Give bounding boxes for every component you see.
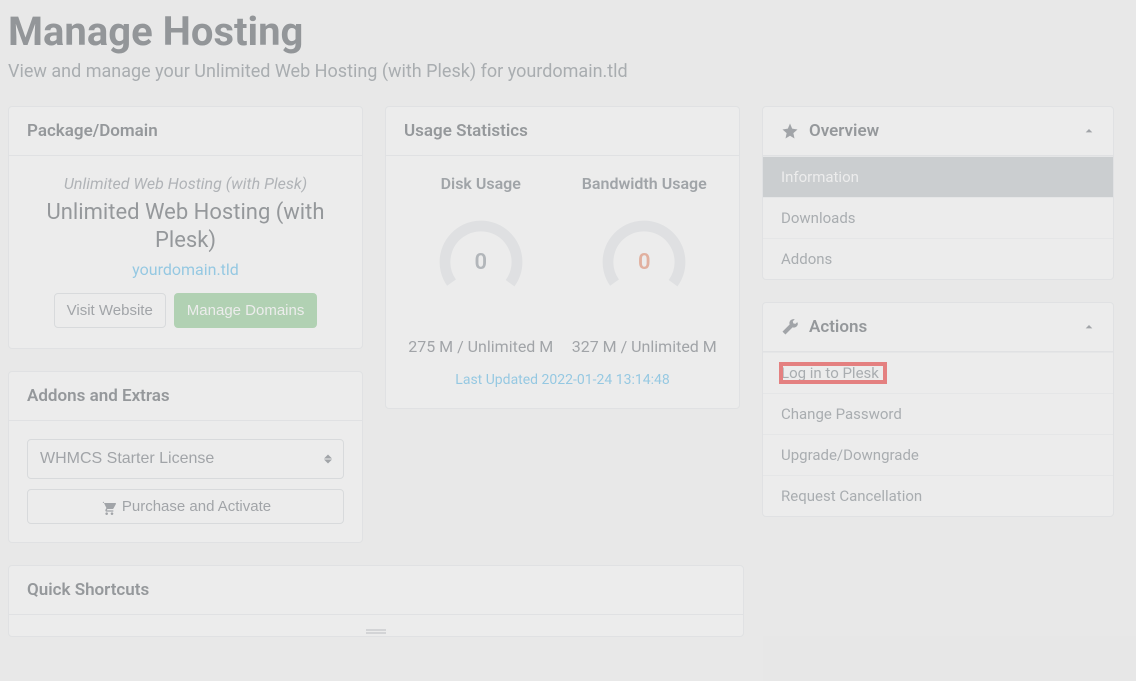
disk-usage-text: 275 M / Unlimited M — [404, 335, 558, 358]
addons-card-title: Addons and Extras — [9, 372, 362, 421]
package-card: Package/Domain Unlimited Web Hosting (wi… — [8, 106, 363, 349]
actions-item-login-plesk[interactable]: Log in to Plesk — [763, 352, 1113, 393]
wrench-icon — [781, 318, 799, 336]
addons-card: Addons and Extras WHMCS Starter License … — [8, 371, 363, 543]
addons-select[interactable]: WHMCS Starter License — [27, 439, 344, 479]
overview-title: Overview — [809, 121, 879, 141]
cart-icon — [100, 499, 116, 515]
package-product-small: Unlimited Web Hosting (with Plesk) — [27, 174, 344, 193]
overview-toggle[interactable]: Overview — [763, 107, 1113, 156]
overview-panel: Overview Information Downloads Addons — [762, 106, 1114, 280]
page-title: Manage Hosting — [0, 0, 1136, 61]
purchase-label: Purchase and Activate — [122, 498, 271, 515]
visit-website-button[interactable]: Visit Website — [54, 293, 166, 328]
actions-toggle[interactable]: Actions — [763, 303, 1113, 352]
actions-item-change-password[interactable]: Change Password — [763, 393, 1113, 434]
bandwidth-usage-text: 327 M / Unlimited M — [568, 335, 722, 358]
usage-card: Usage Statistics Disk Usage 0 275 M / Un… — [385, 106, 740, 409]
bandwidth-usage-gauge: 0 — [599, 217, 689, 307]
chevron-up-icon — [1081, 123, 1097, 139]
drag-handle-icon[interactable] — [366, 629, 386, 634]
disk-usage-gauge: 0 — [436, 217, 526, 307]
actions-item-request-cancellation[interactable]: Request Cancellation — [763, 475, 1113, 516]
actions-panel: Actions Log in to Plesk Change Password … — [762, 302, 1114, 517]
disk-usage-title: Disk Usage — [404, 174, 558, 193]
overview-item-addons[interactable]: Addons — [763, 238, 1113, 279]
package-product-name: Unlimited Web Hosting (with Plesk) — [27, 199, 344, 254]
package-card-title: Package/Domain — [9, 107, 362, 156]
disk-usage-value: 0 — [436, 217, 526, 307]
manage-domains-button[interactable]: Manage Domains — [174, 293, 318, 328]
actions-item-upgrade-downgrade[interactable]: Upgrade/Downgrade — [763, 434, 1113, 475]
overview-item-downloads[interactable]: Downloads — [763, 197, 1113, 238]
purchase-activate-button[interactable]: Purchase and Activate — [27, 489, 344, 524]
page-subtitle: View and manage your Unlimited Web Hosti… — [0, 61, 1136, 106]
usage-last-updated: Last Updated 2022-01-24 13:14:48 — [404, 372, 721, 388]
login-plesk-highlight: Log in to Plesk — [781, 364, 885, 382]
overview-item-information[interactable]: Information — [763, 156, 1113, 197]
actions-title: Actions — [809, 317, 867, 337]
usage-card-title: Usage Statistics — [386, 107, 739, 156]
star-icon — [781, 122, 799, 140]
chevron-up-icon — [1081, 319, 1097, 335]
bandwidth-usage-value: 0 — [599, 217, 689, 307]
bandwidth-usage-title: Bandwidth Usage — [568, 174, 722, 193]
package-domain-link[interactable]: yourdomain.tld — [27, 260, 344, 279]
